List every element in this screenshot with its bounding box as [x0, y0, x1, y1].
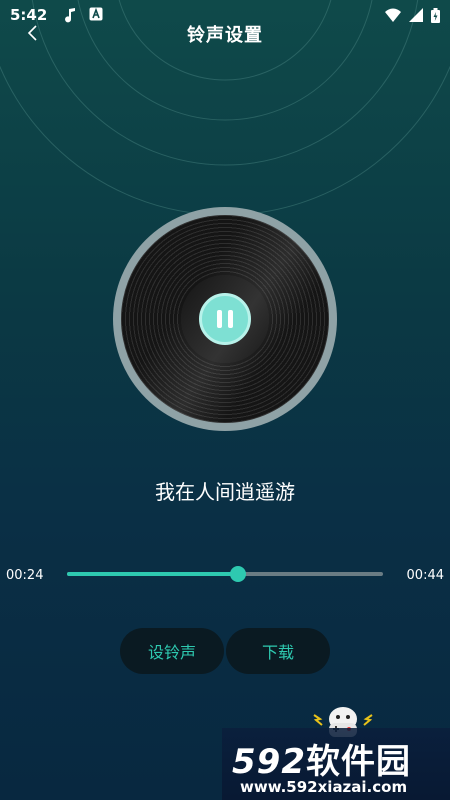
total-time: 00:44: [406, 568, 444, 583]
set-ringtone-button[interactable]: 设铃声: [120, 628, 224, 674]
watermark: 592软件园 www.592xiazai.com: [222, 728, 450, 800]
header: 铃声设置: [0, 18, 450, 50]
progress-slider[interactable]: [67, 566, 383, 582]
pause-button[interactable]: [199, 293, 251, 345]
back-arrow-icon[interactable]: [22, 22, 44, 44]
page-title: 铃声设置: [187, 25, 263, 46]
vinyl-disc: [121, 215, 329, 423]
song-title: 我在人间逍遥游: [155, 480, 295, 504]
current-time: 00:24: [6, 568, 44, 583]
watermark-url: www.592xiazai.com: [240, 778, 408, 796]
watermark-logo: 592软件园: [232, 742, 411, 782]
progress-thumb[interactable]: [229, 566, 246, 582]
download-button[interactable]: 下载: [226, 628, 330, 674]
progress-fill: [67, 572, 238, 576]
pause-icon: [217, 310, 222, 328]
vinyl-disc-rim: [113, 207, 337, 431]
